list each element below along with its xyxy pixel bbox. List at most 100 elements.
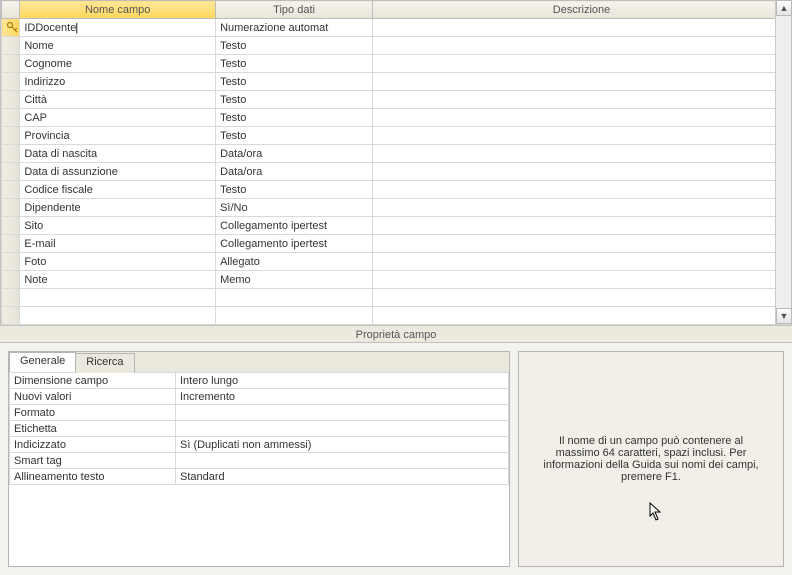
field-row[interactable]: IndirizzoTesto [2, 73, 791, 91]
field-name-cell[interactable]: Cognome [20, 55, 216, 73]
data-type-cell[interactable]: Numerazione automat [216, 19, 373, 37]
field-name-cell[interactable] [20, 289, 216, 307]
row-selector-cell[interactable] [2, 181, 20, 199]
field-name-cell[interactable]: Nome [20, 37, 216, 55]
row-selector-cell[interactable] [2, 145, 20, 163]
description-cell[interactable] [373, 91, 791, 109]
description-cell[interactable] [373, 271, 791, 289]
data-type-cell[interactable]: Testo [216, 181, 373, 199]
data-type-cell[interactable]: Testo [216, 109, 373, 127]
field-row[interactable]: E-mailCollegamento ipertest [2, 235, 791, 253]
scroll-up-button[interactable]: ▲ [776, 0, 792, 16]
data-type-cell[interactable]: Testo [216, 127, 373, 145]
field-name-editing[interactable]: IDDocente [24, 22, 78, 34]
row-selector-cell[interactable] [2, 73, 20, 91]
field-row[interactable]: Codice fiscaleTesto [2, 181, 791, 199]
field-row[interactable]: NomeTesto [2, 37, 791, 55]
field-name-cell[interactable]: Indirizzo [20, 73, 216, 91]
field-row[interactable]: FotoAllegato [2, 253, 791, 271]
data-type-cell[interactable]: Data/ora [216, 145, 373, 163]
field-name-cell[interactable]: Città [20, 91, 216, 109]
description-cell[interactable] [373, 217, 791, 235]
data-type-cell[interactable]: Allegato [216, 253, 373, 271]
row-selector-cell[interactable] [2, 19, 20, 37]
field-row[interactable]: Data di nascitaData/ora [2, 145, 791, 163]
row-selector-cell[interactable] [2, 253, 20, 271]
field-name-cell[interactable]: Dipendente [20, 199, 216, 217]
property-value[interactable] [176, 453, 509, 469]
description-cell[interactable] [373, 235, 791, 253]
field-name-cell[interactable]: Codice fiscale [20, 181, 216, 199]
property-value[interactable]: Intero lungo [176, 373, 509, 389]
vertical-scrollbar[interactable]: ▲ ▼ [775, 0, 791, 324]
row-selector-cell[interactable] [2, 109, 20, 127]
description-cell[interactable] [373, 163, 791, 181]
description-cell[interactable] [373, 73, 791, 91]
field-name-cell[interactable]: E-mail [20, 235, 216, 253]
field-name-cell[interactable]: Sito [20, 217, 216, 235]
property-value[interactable] [176, 421, 509, 437]
row-selector-cell[interactable] [2, 271, 20, 289]
property-value[interactable] [176, 405, 509, 421]
description-cell[interactable] [373, 55, 791, 73]
field-row[interactable]: NoteMemo [2, 271, 791, 289]
row-selector-cell[interactable] [2, 289, 20, 307]
data-type-cell[interactable]: Testo [216, 73, 373, 91]
tab-general[interactable]: Generale [9, 352, 76, 372]
data-type-cell[interactable]: Collegamento ipertest [216, 217, 373, 235]
field-name-cell[interactable]: Data di nascita [20, 145, 216, 163]
description-cell[interactable] [373, 37, 791, 55]
row-selector-cell[interactable] [2, 163, 20, 181]
field-row[interactable]: DipendenteSì/No [2, 199, 791, 217]
property-value[interactable]: Incremento [176, 389, 509, 405]
row-selector-cell[interactable] [2, 217, 20, 235]
field-row[interactable]: IDDocente Numerazione automat [2, 19, 791, 37]
data-type-cell[interactable]: Testo [216, 37, 373, 55]
row-selector-cell[interactable] [2, 199, 20, 217]
field-row[interactable]: ProvinciaTesto [2, 127, 791, 145]
field-row[interactable] [2, 307, 791, 325]
data-type-cell[interactable]: Data/ora [216, 163, 373, 181]
property-value[interactable]: Standard [176, 469, 509, 485]
field-row[interactable]: CAPTesto [2, 109, 791, 127]
data-type-cell[interactable] [216, 289, 373, 307]
description-cell[interactable] [373, 289, 791, 307]
data-type-cell[interactable]: Collegamento ipertest [216, 235, 373, 253]
description-cell[interactable] [373, 307, 791, 325]
scroll-down-button[interactable]: ▼ [776, 308, 792, 324]
data-type-cell[interactable]: Testo [216, 91, 373, 109]
field-name-cell[interactable] [20, 307, 216, 325]
field-name-cell[interactable]: Provincia [20, 127, 216, 145]
col-header-field-name[interactable]: Nome campo [20, 1, 216, 19]
field-name-cell[interactable]: IDDocente [20, 19, 216, 37]
description-cell[interactable] [373, 109, 791, 127]
field-name-cell[interactable]: Foto [20, 253, 216, 271]
data-type-cell[interactable]: Memo [216, 271, 373, 289]
property-value[interactable]: Sì (Duplicati non ammessi) [176, 437, 509, 453]
field-name-cell[interactable]: CAP [20, 109, 216, 127]
description-cell[interactable] [373, 127, 791, 145]
field-row[interactable]: CittàTesto [2, 91, 791, 109]
description-cell[interactable] [373, 199, 791, 217]
row-selector-cell[interactable] [2, 91, 20, 109]
description-cell[interactable] [373, 145, 791, 163]
row-selector-cell[interactable] [2, 37, 20, 55]
field-row[interactable] [2, 289, 791, 307]
field-row[interactable]: SitoCollegamento ipertest [2, 217, 791, 235]
field-row[interactable]: CognomeTesto [2, 55, 791, 73]
data-type-cell[interactable]: Testo [216, 55, 373, 73]
field-row[interactable]: Data di assunzioneData/ora [2, 163, 791, 181]
field-name-cell[interactable]: Note [20, 271, 216, 289]
description-cell[interactable] [373, 253, 791, 271]
col-header-description[interactable]: Descrizione [373, 1, 791, 19]
data-type-cell[interactable] [216, 307, 373, 325]
description-cell[interactable] [373, 181, 791, 199]
row-selector-cell[interactable] [2, 127, 20, 145]
row-selector-cell[interactable] [2, 55, 20, 73]
selector-header[interactable] [2, 1, 20, 19]
col-header-data-type[interactable]: Tipo dati [216, 1, 373, 19]
tab-lookup[interactable]: Ricerca [75, 353, 134, 373]
row-selector-cell[interactable] [2, 235, 20, 253]
description-cell[interactable] [373, 19, 791, 37]
field-name-cell[interactable]: Data di assunzione [20, 163, 216, 181]
